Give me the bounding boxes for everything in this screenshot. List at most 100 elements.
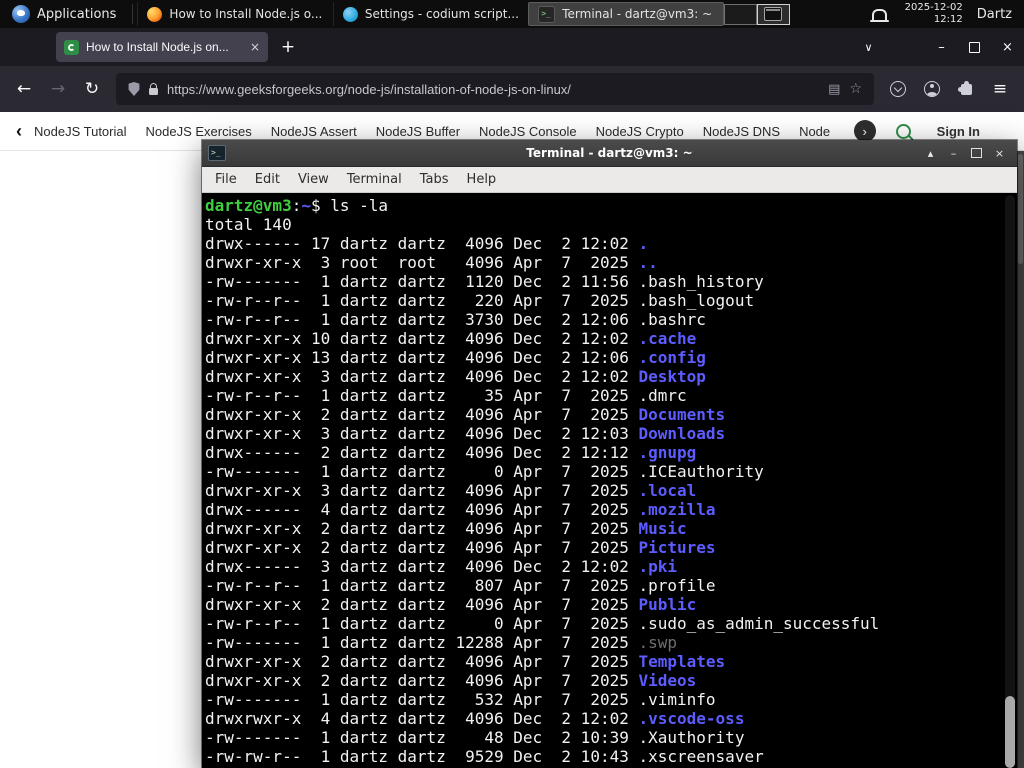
- tracking-shield-icon[interactable]: [128, 82, 140, 96]
- terminal-line: -rw-rw-r-- 1 dartz dartz 9529 Dec 2 10:4…: [205, 747, 764, 766]
- menu-help[interactable]: Help: [458, 172, 506, 187]
- desktop: Applications How to Install Node.js o...…: [0, 0, 1024, 768]
- menu-terminal[interactable]: Terminal: [338, 172, 411, 187]
- site-nav-item-dns[interactable]: NodeJS DNS: [703, 124, 780, 139]
- tab-close-button[interactable]: ×: [250, 40, 260, 54]
- terminal-scrollbar-thumb[interactable]: [1005, 696, 1015, 768]
- prompt-dollar: $: [310, 196, 331, 215]
- terminal-shade-button[interactable]: ▴: [919, 143, 942, 163]
- window-maximize-button[interactable]: [958, 32, 991, 62]
- url-bar[interactable]: https://www.geeksforgeeks.org/node-js/in…: [116, 73, 874, 105]
- forward-button[interactable]: →: [42, 73, 74, 105]
- extensions-puzzle-icon: [957, 80, 972, 95]
- prompt-colon: :: [291, 196, 302, 215]
- list-all-tabs-button[interactable]: ∨: [852, 32, 885, 62]
- site-nav-item-truncated[interactable]: Node: [799, 124, 830, 139]
- nav-scroll-right-button[interactable]: ›: [853, 120, 876, 142]
- terminal-line: drwxr-xr-x 2 dartz dartz 4096 Apr 7 2025…: [205, 405, 726, 424]
- terminal-line: -rw-r--r-- 1 dartz dartz 0 Apr 7 2025 .s…: [205, 614, 880, 633]
- workspace-1[interactable]: [723, 3, 757, 25]
- taskbar-window-firefox[interactable]: How to Install Node.js o...: [137, 2, 332, 26]
- panel-clock[interactable]: 2025-12-02 12:12: [905, 2, 963, 26]
- reload-button[interactable]: ↻: [76, 73, 108, 105]
- window-close-button[interactable]: ×: [991, 32, 1024, 62]
- panel-user-label: Dartz: [976, 6, 1012, 22]
- site-nav-item-crypto[interactable]: NodeJS Crypto: [596, 124, 684, 139]
- terminal-scrollbar[interactable]: [1005, 195, 1015, 768]
- terminal-prompt-line: dartz@vm3:~$ ls -la: [205, 196, 1017, 215]
- terminal-listing: drwx------ 17 dartz dartz 4096 Dec 2 12:…: [205, 234, 1017, 766]
- terminal-line: drwxr-xr-x 2 dartz dartz 4096 Apr 7 2025…: [205, 652, 726, 671]
- pocket-icon: [890, 81, 906, 97]
- terminal-line: drwx------ 4 dartz dartz 4096 Apr 7 2025…: [205, 500, 716, 519]
- terminal-line: -rw------- 1 dartz dartz 1120 Dec 2 11:5…: [205, 272, 764, 291]
- menu-file[interactable]: File: [206, 172, 246, 187]
- site-nav-item-assert[interactable]: NodeJS Assert: [271, 124, 357, 139]
- terminal-line: -rw-r--r-- 1 dartz dartz 807 Apr 7 2025 …: [205, 576, 716, 595]
- notification-bell-icon[interactable]: [869, 8, 889, 22]
- extensions-button[interactable]: [950, 73, 982, 105]
- workspace-2[interactable]: [756, 3, 790, 25]
- terminal-menubar: File Edit View Terminal Tabs Help: [202, 167, 1017, 193]
- app-menu-button[interactable]: ≡: [984, 73, 1016, 105]
- search-icon[interactable]: [895, 123, 911, 139]
- taskbar-window-title: Settings - codium script...: [364, 7, 519, 21]
- terminal-output[interactable]: dartz@vm3:~$ ls -la total 140 drwx------…: [202, 193, 1017, 768]
- gfg-favicon: [64, 39, 79, 55]
- terminal-line: -rw-r--r-- 1 dartz dartz 3730 Dec 2 12:0…: [205, 310, 706, 329]
- terminal-line: drwxr-xr-x 10 dartz dartz 4096 Dec 2 12:…: [205, 329, 697, 348]
- terminal-line: drwxrwxr-x 4 dartz dartz 4096 Dec 2 12:0…: [205, 709, 745, 728]
- top-panel: Applications How to Install Node.js o...…: [0, 0, 1024, 28]
- applications-menu-button[interactable]: Applications: [0, 0, 128, 28]
- terminal-title: Terminal - dartz@vm3: ~: [526, 146, 693, 160]
- sign-in-button[interactable]: Sign In: [937, 124, 980, 139]
- maximize-icon: [971, 148, 982, 158]
- terminal-window: Terminal - dartz@vm3: ~ ▴ – × File Edit …: [202, 140, 1017, 768]
- browser-tab[interactable]: How to Install Node.js on... ×: [56, 32, 268, 62]
- page-scrollbar[interactable]: [1017, 151, 1024, 768]
- page-scrollbar-thumb[interactable]: [1018, 154, 1023, 264]
- taskbar-window-terminal[interactable]: Terminal - dartz@vm3: ~: [528, 2, 724, 26]
- reader-view-icon[interactable]: ▤: [828, 82, 840, 97]
- account-button[interactable]: [916, 73, 948, 105]
- panel-separator: [132, 4, 134, 24]
- mini-terminal-window-icon: [764, 7, 783, 21]
- terminal-line: -rw------- 1 dartz dartz 12288 Apr 7 202…: [205, 633, 678, 652]
- lock-icon[interactable]: [149, 82, 158, 95]
- clock-date: 2025-12-02: [904, 2, 963, 13]
- menu-tabs[interactable]: Tabs: [411, 172, 458, 187]
- window-minimize-button[interactable]: –: [925, 32, 958, 62]
- prompt-cwd: ~: [301, 196, 311, 215]
- terminal-minimize-button[interactable]: –: [942, 143, 965, 163]
- taskbar-window-codium[interactable]: Settings - codium script...: [332, 2, 528, 26]
- menu-edit[interactable]: Edit: [246, 172, 289, 187]
- terminal-line: -rw-r--r-- 1 dartz dartz 220 Apr 7 2025 …: [205, 291, 755, 310]
- terminal-app-icon: [208, 145, 226, 161]
- terminal-line: drwxr-xr-x 13 dartz dartz 4096 Dec 2 12:…: [205, 348, 706, 367]
- terminal-line: drwxr-xr-x 3 dartz dartz 4096 Dec 2 12:0…: [205, 424, 726, 443]
- terminal-line: drwxr-xr-x 3 root root 4096 Apr 7 2025 .…: [205, 253, 658, 272]
- browser-toolbar: ← → ↻ https://www.geeksforgeeks.org/node…: [0, 66, 1024, 112]
- nav-scroll-left-icon[interactable]: ‹: [16, 122, 22, 140]
- workspace-switcher[interactable]: [723, 3, 790, 25]
- back-button[interactable]: ←: [8, 73, 40, 105]
- site-nav-item-tutorial[interactable]: NodeJS Tutorial: [34, 124, 127, 139]
- prompt-user-host: dartz@vm3: [205, 196, 292, 215]
- url-text[interactable]: https://www.geeksforgeeks.org/node-js/in…: [167, 82, 819, 97]
- terminal-titlebar[interactable]: Terminal - dartz@vm3: ~ ▴ – ×: [202, 140, 1017, 167]
- bookmark-star-icon[interactable]: ☆: [849, 81, 862, 97]
- terminal-window-controls: ▴ – ×: [919, 143, 1011, 163]
- pocket-button[interactable]: [882, 73, 914, 105]
- tab-title: How to Install Node.js on...: [86, 40, 229, 54]
- terminal-total-line: total 140: [205, 215, 292, 234]
- menu-view[interactable]: View: [289, 172, 338, 187]
- site-nav-item-exercises[interactable]: NodeJS Exercises: [146, 124, 252, 139]
- site-nav-item-console[interactable]: NodeJS Console: [479, 124, 577, 139]
- terminal-line: drwxr-xr-x 3 dartz dartz 4096 Apr 7 2025…: [205, 481, 697, 500]
- terminal-maximize-button[interactable]: [965, 143, 988, 163]
- terminal-line: drwxr-xr-x 2 dartz dartz 4096 Apr 7 2025…: [205, 538, 716, 557]
- terminal-line: drwx------ 3 dartz dartz 4096 Dec 2 12:0…: [205, 557, 678, 576]
- site-nav-item-buffer[interactable]: NodeJS Buffer: [376, 124, 460, 139]
- terminal-close-button[interactable]: ×: [988, 143, 1011, 163]
- new-tab-button[interactable]: +: [272, 32, 304, 62]
